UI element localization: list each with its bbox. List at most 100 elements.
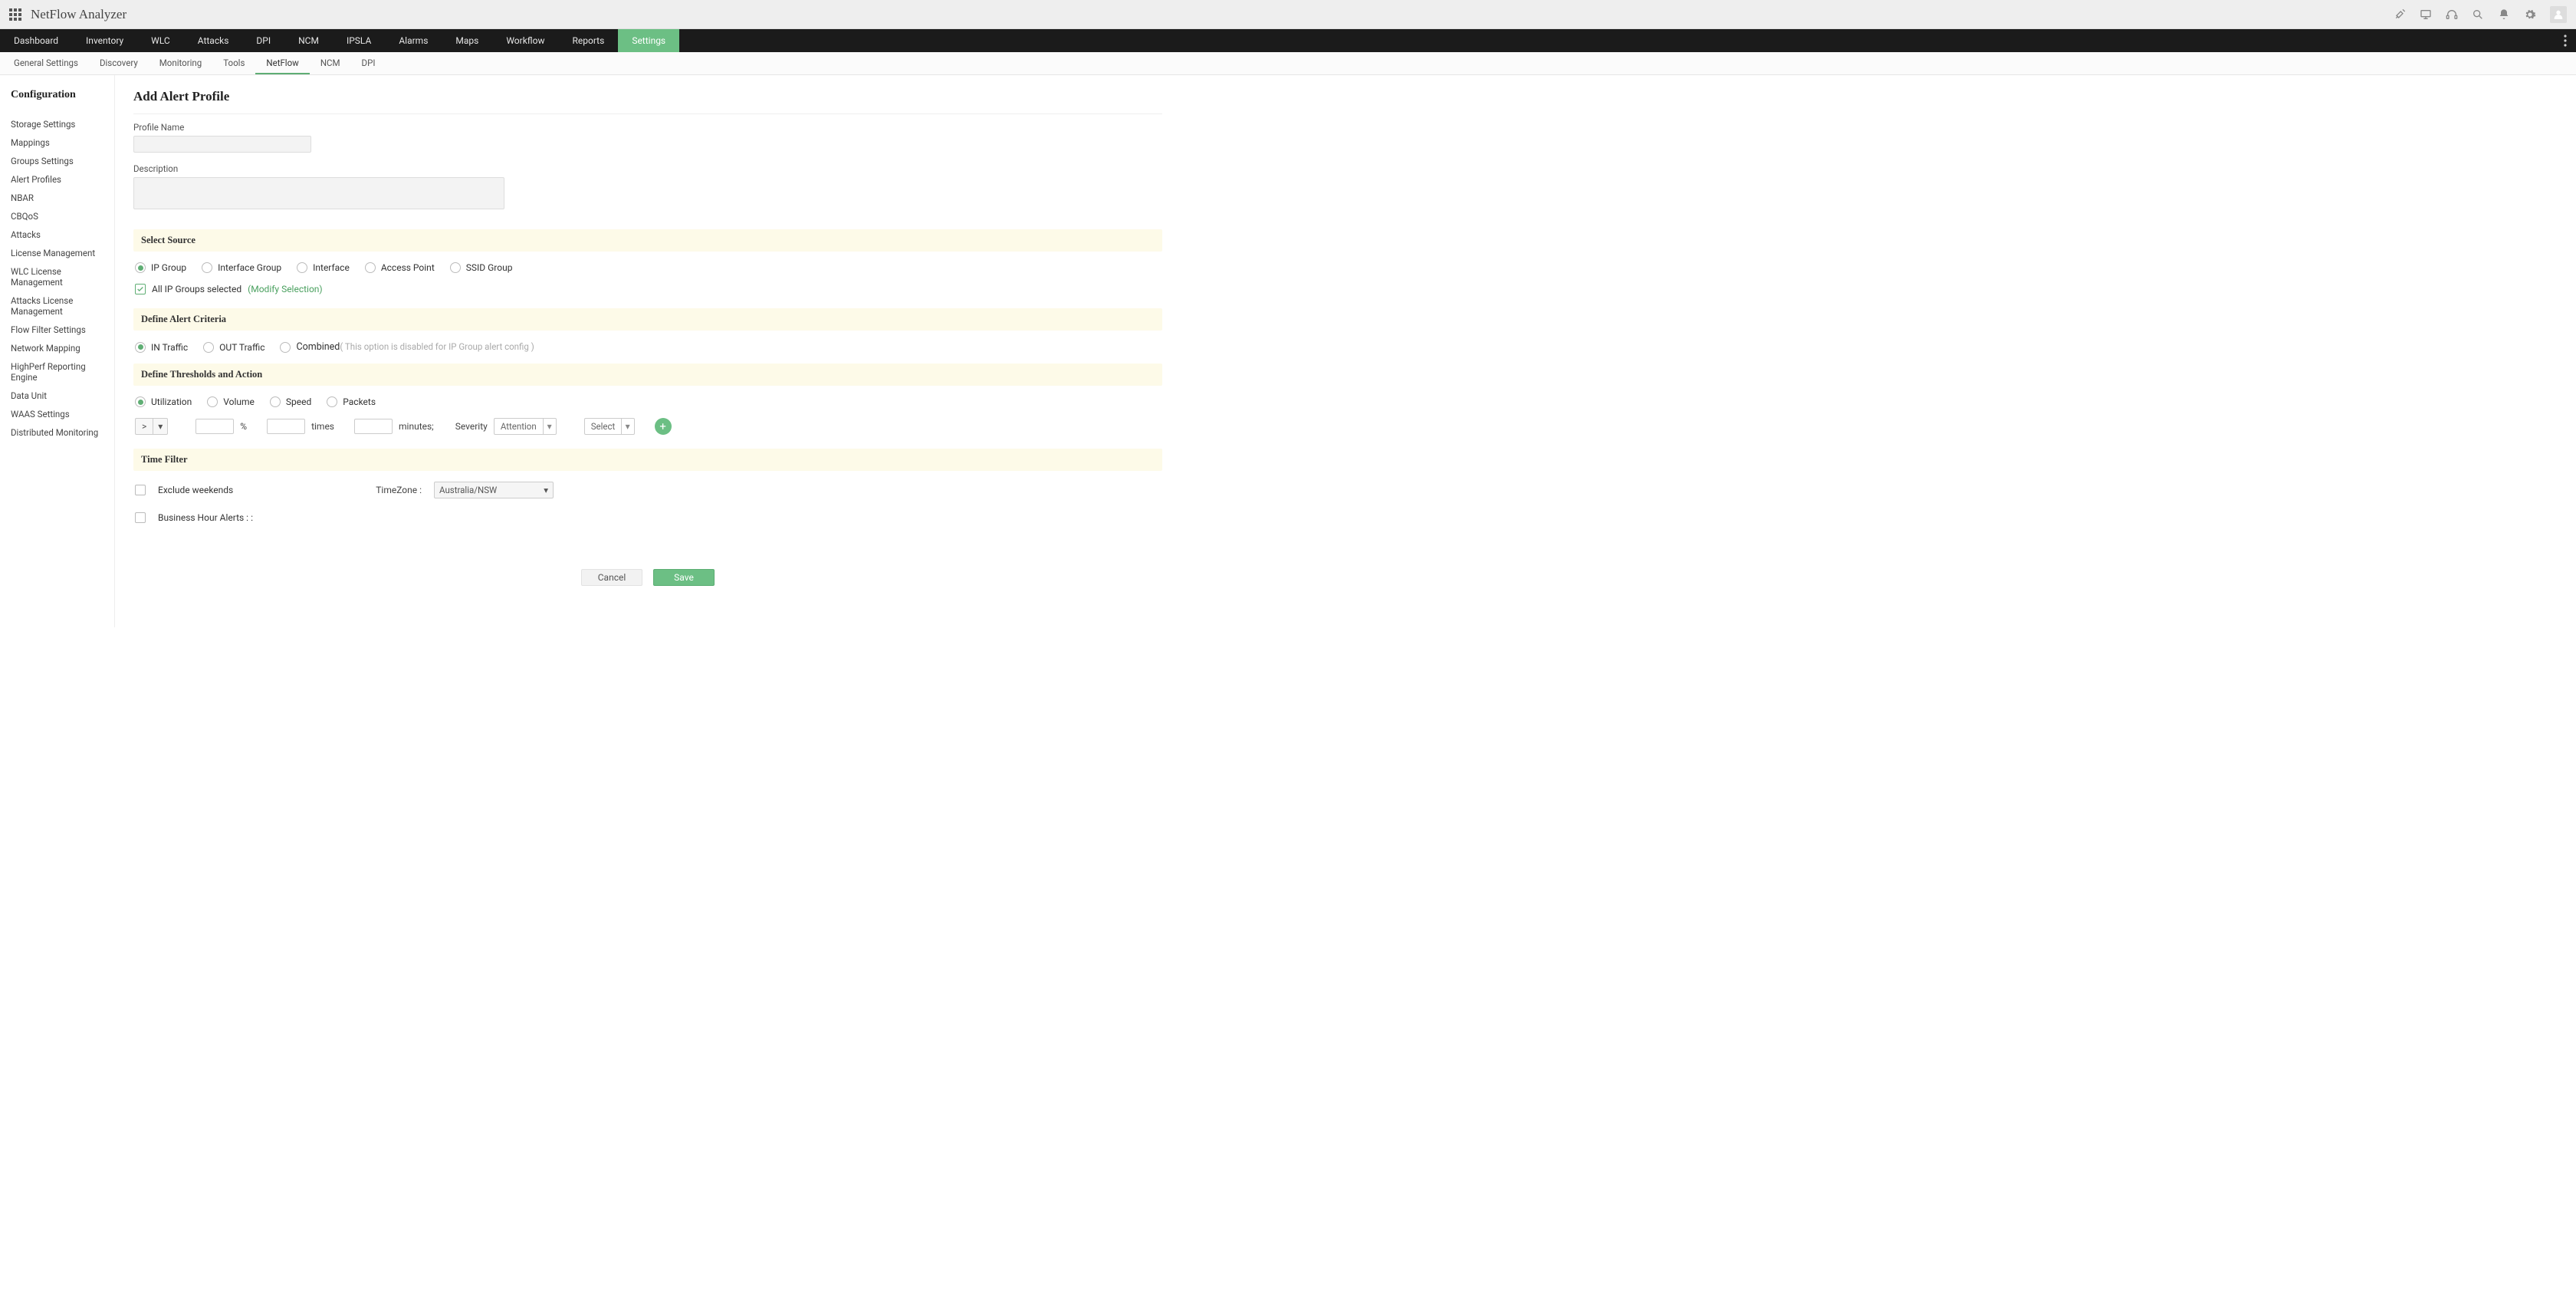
sidebar-item-cbqos[interactable]: CBQoS xyxy=(11,207,114,225)
nav-tab-inventory[interactable]: Inventory xyxy=(72,29,137,52)
radio-threshold-speed[interactable]: Speed xyxy=(270,396,311,407)
sidebar-item-wlc-license-management[interactable]: WLC License Management xyxy=(11,262,114,291)
user-avatar[interactable] xyxy=(2550,6,2567,23)
subnav-tab-monitoring[interactable]: Monitoring xyxy=(149,52,212,74)
threshold-radio-row: Utilization Volume Speed Packets xyxy=(135,396,1162,407)
combined-label: Combined xyxy=(296,341,340,353)
business-hours-label: Business Hour Alerts : : xyxy=(158,512,253,523)
action-select[interactable]: Select ▾ xyxy=(584,418,635,435)
radio-source-interface-group[interactable]: Interface Group xyxy=(202,262,281,273)
all-groups-text: All IP Groups selected xyxy=(152,284,242,294)
exclude-weekends-checkbox[interactable] xyxy=(135,485,146,495)
threshold-config-row: > ▾ % times minutes; Severity Attention … xyxy=(135,418,1162,435)
modify-selection-link[interactable]: (Modify Selection) xyxy=(248,284,322,294)
nav-tab-reports[interactable]: Reports xyxy=(558,29,618,52)
sidebar-item-network-mapping[interactable]: Network Mapping xyxy=(11,339,114,357)
subnav-tab-ncm[interactable]: NCM xyxy=(310,52,351,74)
profile-name-input[interactable] xyxy=(133,136,311,153)
chevron-down-icon: ▾ xyxy=(543,418,557,435)
sidebar-item-nbar[interactable]: NBAR xyxy=(11,189,114,207)
sidebar-item-attacks[interactable]: Attacks xyxy=(11,225,114,244)
nav-tab-dashboard[interactable]: Dashboard xyxy=(0,29,72,52)
cancel-button[interactable]: Cancel xyxy=(581,569,642,586)
sidebar-item-waas-settings[interactable]: WAAS Settings xyxy=(11,405,114,423)
nav-tab-attacks[interactable]: Attacks xyxy=(184,29,243,52)
radio-icon xyxy=(207,396,218,407)
radio-criteria-in-traffic[interactable]: IN Traffic xyxy=(135,342,188,353)
save-button[interactable]: Save xyxy=(653,569,715,586)
sidebar-item-groups-settings[interactable]: Groups Settings xyxy=(11,152,114,170)
app-title: NetFlow Analyzer xyxy=(31,7,127,22)
radio-icon xyxy=(327,396,337,407)
all-groups-checkbox[interactable] xyxy=(135,284,146,294)
subnav-tab-dpi[interactable]: DPI xyxy=(351,52,386,74)
radio-threshold-utilization[interactable]: Utilization xyxy=(135,396,192,407)
severity-select[interactable]: Attention ▾ xyxy=(494,418,557,435)
sidebar-item-storage-settings[interactable]: Storage Settings xyxy=(11,115,114,133)
radio-threshold-packets[interactable]: Packets xyxy=(327,396,376,407)
sub-nav: General SettingsDiscoveryMonitoringTools… xyxy=(0,52,2576,75)
sidebar-heading: Configuration xyxy=(11,89,114,101)
radio-source-ip-group[interactable]: IP Group xyxy=(135,262,186,273)
sidebar-item-highperf-reporting-engine[interactable]: HighPerf Reporting Engine xyxy=(11,357,114,387)
nav-tab-settings[interactable]: Settings xyxy=(618,29,679,52)
operator-value: > xyxy=(135,418,153,435)
radio-icon xyxy=(135,396,146,407)
nav-tab-ncm[interactable]: NCM xyxy=(284,29,333,52)
radio-icon xyxy=(365,262,376,273)
source-radio-row: IP Group Interface Group Interface Access P… xyxy=(135,262,1162,273)
sidebar-item-attacks-license-management[interactable]: Attacks License Management xyxy=(11,291,114,321)
monitor-icon[interactable] xyxy=(2420,8,2432,21)
nav-tab-ipsla[interactable]: IPSLA xyxy=(333,29,385,52)
description-input[interactable] xyxy=(133,177,504,209)
search-icon[interactable] xyxy=(2472,8,2484,21)
radio-icon xyxy=(270,396,281,407)
radio-icon xyxy=(135,262,146,273)
sidebar-item-data-unit[interactable]: Data Unit xyxy=(11,387,114,405)
minutes-input[interactable] xyxy=(354,419,393,434)
radio-source-ssid-group[interactable]: SSID Group xyxy=(450,262,513,273)
sidebar-item-license-management[interactable]: License Management xyxy=(11,244,114,262)
percent-suffix: % xyxy=(240,421,247,432)
radio-criteria-out-traffic[interactable]: OUT Traffic xyxy=(203,342,264,353)
headset-icon[interactable] xyxy=(2446,8,2458,21)
sidebar-item-distributed-monitoring[interactable]: Distributed Monitoring xyxy=(11,423,114,442)
severity-value: Attention xyxy=(494,418,543,435)
times-input[interactable] xyxy=(267,419,305,434)
apps-grid-icon[interactable] xyxy=(9,8,21,21)
nav-tab-wlc[interactable]: WLC xyxy=(137,29,184,52)
subnav-tab-netflow[interactable]: NetFlow xyxy=(255,52,309,74)
gear-icon[interactable] xyxy=(2524,8,2536,21)
minutes-label: minutes; xyxy=(399,421,434,432)
nav-tab-alarms[interactable]: Alarms xyxy=(385,29,442,52)
chevron-down-icon: ▾ xyxy=(544,485,548,495)
nav-tab-workflow[interactable]: Workflow xyxy=(492,29,558,52)
subnav-tab-tools[interactable]: Tools xyxy=(212,52,255,74)
timezone-label: TimeZone : xyxy=(376,485,422,495)
business-hours-row: Business Hour Alerts : : xyxy=(135,512,1162,523)
radio-source-access-point[interactable]: Access Point xyxy=(365,262,435,273)
timezone-select[interactable]: Australia/NSW ▾ xyxy=(434,482,554,498)
sidebar-item-flow-filter-settings[interactable]: Flow Filter Settings xyxy=(11,321,114,339)
sidebar-item-alert-profiles[interactable]: Alert Profiles xyxy=(11,170,114,189)
subnav-tab-general-settings[interactable]: General Settings xyxy=(3,52,89,74)
business-hours-checkbox[interactable] xyxy=(135,512,146,523)
nav-tab-maps[interactable]: Maps xyxy=(442,29,492,52)
radio-icon xyxy=(297,262,307,273)
add-threshold-button[interactable]: + xyxy=(655,418,672,435)
nav-tab-dpi[interactable]: DPI xyxy=(242,29,284,52)
times-label: times xyxy=(311,421,334,432)
radio-icon xyxy=(202,262,212,273)
rocket-icon[interactable] xyxy=(2394,8,2406,21)
percent-input[interactable] xyxy=(196,419,234,434)
bell-icon[interactable] xyxy=(2498,8,2510,21)
radio-threshold-volume[interactable]: Volume xyxy=(207,396,255,407)
combined-note: ( This option is disabled for IP Group a… xyxy=(340,341,534,352)
sidebar-item-mappings[interactable]: Mappings xyxy=(11,133,114,152)
chevron-down-icon: ▾ xyxy=(621,418,635,435)
page-title: Add Alert Profile xyxy=(133,89,1162,114)
operator-select[interactable]: > ▾ xyxy=(135,418,168,435)
radio-source-interface[interactable]: Interface xyxy=(297,262,350,273)
kebab-icon[interactable] xyxy=(2555,29,2576,52)
subnav-tab-discovery[interactable]: Discovery xyxy=(89,52,149,74)
